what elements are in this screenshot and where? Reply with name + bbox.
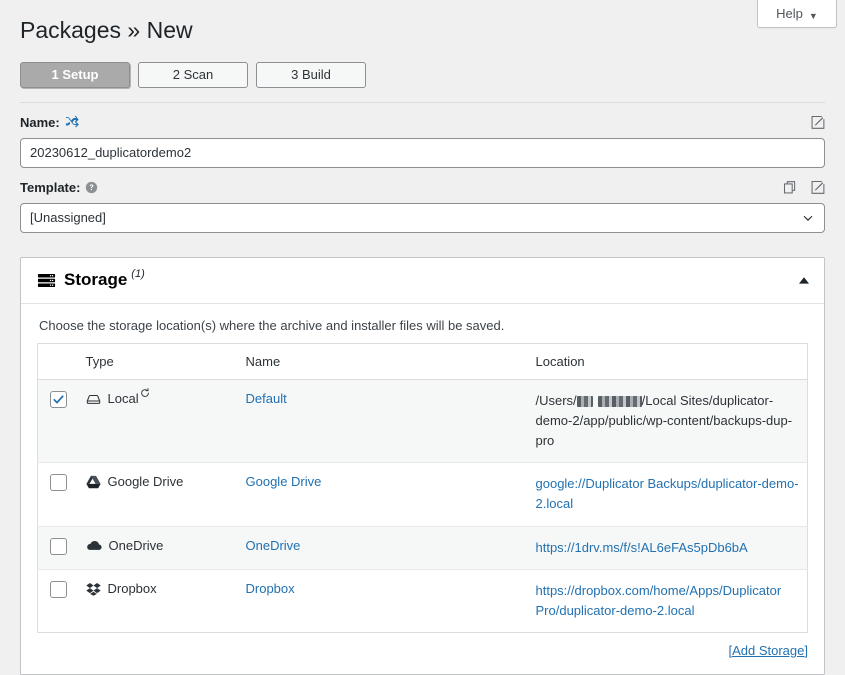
row-type-cell: Dropbox: [78, 569, 238, 632]
row-select-cell: [37, 526, 78, 570]
edit-pencil-icon[interactable]: [810, 180, 825, 195]
storage-location-onedrive[interactable]: https://1drv.ms/f/s!AL6eFAs5pDb6bA: [536, 540, 748, 555]
redacted-text-block: [576, 395, 593, 407]
page-title: Packages » New: [20, 17, 193, 43]
row-type-label: Local: [107, 390, 139, 406]
storage-panel: Storage (1) Choose the storage location(…: [20, 256, 825, 675]
table-row: Local Default /Users//Local Sites/duplic…: [37, 379, 808, 464]
add-storage-label: Add Storage: [732, 643, 805, 659]
row-select-cell: [37, 462, 78, 527]
template-select-value: [Unassigned]: [30, 210, 106, 226]
template-label-row: Template:: [20, 178, 825, 198]
column-header-type: Type: [77, 343, 238, 380]
row-type-label: OneDrive: [108, 537, 164, 553]
redacted-text-block: [597, 395, 642, 407]
row-location-cell: https://1drv.ms/f/s!AL6eFAs5pDb6bA: [527, 526, 808, 570]
row-type-label: Dropbox: [107, 580, 157, 596]
row-name-cell: Dropbox: [238, 569, 528, 632]
location-prefix: /Users/: [535, 392, 577, 408]
divider: [20, 101, 825, 103]
server-stack-icon: [37, 271, 56, 290]
template-select-wrap: [Unassigned]: [20, 202, 825, 233]
row-type-cell: Google Drive: [77, 462, 238, 527]
google-drive-icon: [85, 475, 101, 489]
add-storage-link[interactable]: [Add Storage]: [728, 643, 808, 658]
storage-table: Type Name Location Local Default /Users/…: [37, 342, 808, 634]
storage-description: Choose the storage location(s) where the…: [39, 317, 505, 333]
storage-checkbox-google-drive[interactable]: [50, 474, 67, 492]
row-location-cell: https://dropbox.com/home/Apps/Duplicator…: [528, 569, 808, 632]
tab-build[interactable]: 3 Build: [256, 61, 366, 88]
tab-scan-label: 2 Scan: [172, 67, 214, 83]
row-select-cell: [38, 569, 78, 632]
storage-panel-title: Storage: [64, 270, 128, 290]
name-label-row: Name:: [20, 113, 825, 133]
chevron-down-icon: ▼: [808, 11, 818, 21]
refresh-arrow-icon[interactable]: [140, 388, 150, 398]
row-type-cell: OneDrive: [77, 526, 238, 570]
dropbox-icon: [85, 582, 101, 596]
copy-icon[interactable]: [783, 180, 798, 195]
row-name-cell: Google Drive: [237, 462, 528, 527]
table-row: Dropbox Dropbox https://dropbox.com/home…: [38, 569, 808, 632]
column-header-location: Location: [527, 343, 808, 380]
tab-build-label: 3 Build: [291, 67, 331, 83]
row-name-cell: Default: [237, 379, 528, 464]
tab-setup[interactable]: 1 Setup: [20, 61, 130, 88]
row-location-cell: /Users//Local Sites/duplicator-demo-2/ap…: [527, 379, 808, 464]
row-type-label-wrap: Local: [107, 388, 150, 406]
name-field-actions: [810, 115, 825, 130]
edit-pencil-icon[interactable]: [810, 115, 825, 130]
help-circle-icon[interactable]: [85, 181, 98, 194]
column-header-name: Name: [237, 343, 528, 380]
storage-table-body: Local Default /Users//Local Sites/duplic…: [37, 379, 808, 632]
table-row: Google Drive Google Drive google://Dupli…: [37, 462, 808, 527]
column-header-select: [37, 343, 78, 380]
step-tabs: 1 Setup 2 Scan 3 Build: [20, 61, 845, 88]
row-location-cell: google://Duplicator Backups/duplicator-d…: [527, 462, 808, 527]
bracket-close: ]: [804, 643, 808, 659]
storage-panel-header[interactable]: Storage (1): [21, 258, 824, 304]
tab-setup-label: 1 Setup: [51, 67, 99, 83]
template-field-block: Template: [Unassigned]: [20, 178, 825, 233]
storage-checkbox-local[interactable]: [50, 390, 67, 408]
template-label: Template:: [20, 180, 81, 196]
storage-name-link-onedrive[interactable]: OneDrive: [246, 538, 301, 553]
name-input[interactable]: [20, 137, 825, 168]
storage-checkbox-onedrive[interactable]: [50, 537, 67, 555]
add-storage-row: [Add Storage]: [37, 633, 808, 658]
name-field-block: Name:: [20, 113, 825, 168]
storage-checkbox-dropbox[interactable]: [50, 580, 67, 598]
table-header-row: Type Name Location: [37, 343, 808, 380]
triangle-up-icon[interactable]: [798, 276, 810, 285]
table-row: OneDrive OneDrive https://1drv.ms/f/s!AL…: [37, 526, 808, 570]
name-label: Name:: [20, 115, 60, 131]
template-field-actions: [783, 180, 825, 195]
shuffle-icon[interactable]: [65, 115, 80, 130]
storage-name-link-google-drive[interactable]: Google Drive: [246, 474, 322, 489]
storage-panel-body: Choose the storage location(s) where the…: [21, 304, 824, 674]
template-select[interactable]: [Unassigned]: [20, 202, 825, 233]
storage-location-local: /Users//Local Sites/duplicator-demo-2/ap…: [536, 393, 793, 448]
row-type-label: Google Drive: [107, 474, 184, 490]
row-select-cell: [37, 379, 78, 464]
storage-table-head: Type Name Location: [37, 343, 808, 380]
onedrive-cloud-icon: [86, 539, 102, 551]
help-button-label: Help: [776, 6, 803, 21]
storage-name-link-dropbox[interactable]: Dropbox: [246, 581, 295, 596]
hard-drive-icon: [86, 392, 101, 407]
storage-name-link-local[interactable]: Default: [246, 391, 287, 406]
help-button[interactable]: Help ▼: [757, 0, 837, 28]
storage-location-dropbox[interactable]: https://dropbox.com/home/Apps/Duplicator…: [536, 583, 782, 618]
row-type-cell: Local: [77, 379, 238, 464]
storage-location-google-drive[interactable]: google://Duplicator Backups/duplicator-d…: [536, 476, 799, 511]
row-name-cell: OneDrive: [237, 526, 528, 570]
storage-count-badge: (1): [131, 268, 145, 281]
tab-scan[interactable]: 2 Scan: [138, 61, 248, 88]
